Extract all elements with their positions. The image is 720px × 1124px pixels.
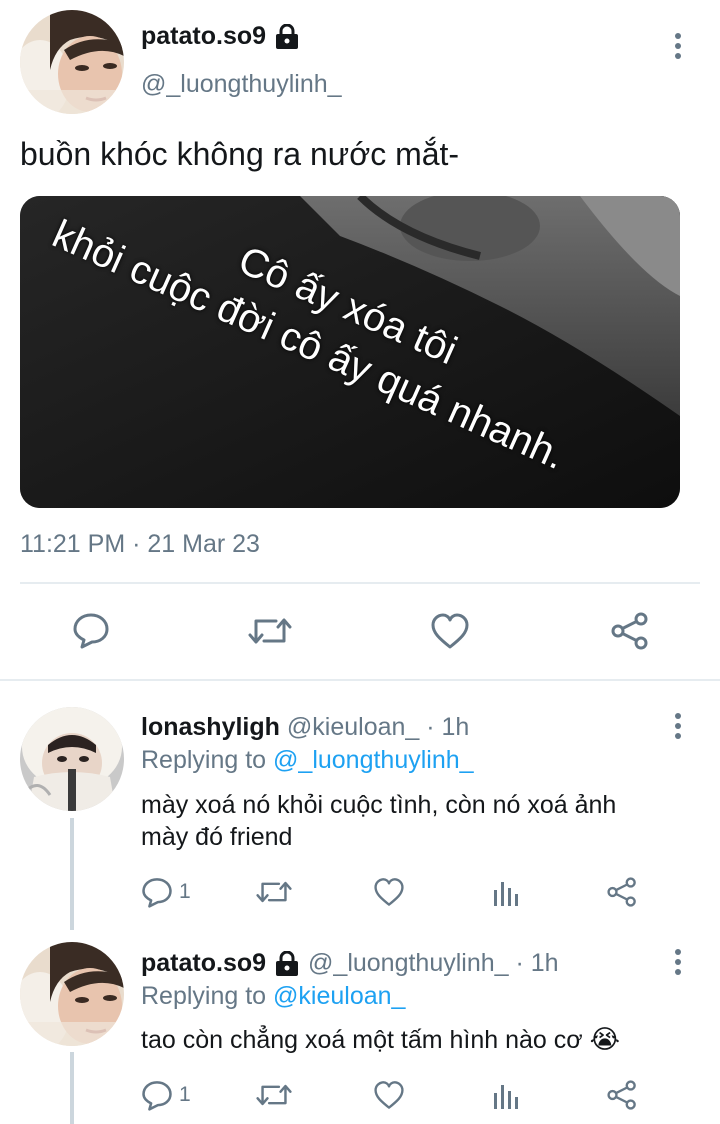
divider <box>20 582 700 584</box>
reply-button[interactable] <box>72 611 110 649</box>
divider <box>0 679 720 681</box>
share-icon <box>610 612 650 650</box>
more-vertical-icon[interactable] <box>673 949 683 979</box>
more-vertical-icon[interactable] <box>673 713 683 743</box>
like-button[interactable] <box>430 612 470 650</box>
tweet-image[interactable]: Cô ấy xóa tôi khỏi cuộc đời cô ấy quá nh… <box>20 196 680 508</box>
share-button[interactable] <box>606 877 638 907</box>
thread-line <box>70 818 74 930</box>
reply-avatar[interactable] <box>20 942 124 1046</box>
reply-author-name[interactable]: patato.so9 <box>141 949 266 978</box>
share-button[interactable] <box>606 1080 638 1110</box>
retweet-button[interactable] <box>248 613 292 649</box>
reply-icon <box>141 1079 173 1111</box>
lock-icon <box>274 950 300 977</box>
share-icon <box>606 877 638 907</box>
reply-count: 1 <box>179 880 191 903</box>
analytics-icon <box>492 1079 520 1111</box>
replying-to: Replying to @kieuloan_ <box>141 982 406 1010</box>
more-vertical-icon[interactable] <box>673 33 683 63</box>
reply-handle-time[interactable]: @_luongthuylinh_ · 1h <box>308 949 559 978</box>
retweet-button[interactable] <box>256 1080 292 1110</box>
retweet-icon <box>248 613 292 649</box>
analytics-icon <box>492 876 520 908</box>
author-avatar[interactable] <box>20 10 124 114</box>
like-button[interactable] <box>373 877 405 907</box>
retweet-button[interactable] <box>256 877 292 907</box>
lock-icon <box>274 23 300 50</box>
reply-count: 1 <box>179 1083 191 1106</box>
like-button[interactable] <box>373 1080 405 1110</box>
replying-to-link[interactable]: @_luongthuylinh_ <box>273 746 474 774</box>
reply-button[interactable]: 1 <box>141 876 191 908</box>
reply-avatar[interactable] <box>20 707 124 811</box>
reply-text: mày xoá nó khỏi cuộc tình, còn nó xoá ản… <box>141 791 617 851</box>
reply-header[interactable]: lonashyligh @kieuloan_ · 1h <box>141 713 469 742</box>
reply-handle-time[interactable]: @kieuloan_ · 1h <box>287 713 469 742</box>
share-icon <box>606 1080 638 1110</box>
heart-icon <box>373 877 405 907</box>
reply-header[interactable]: patato.so9 @_luongthuylinh_ · 1h <box>141 949 559 978</box>
author-handle[interactable]: @_luongthuylinh_ <box>141 70 342 99</box>
reply-text: tao còn chẳng xoá một tấm hình nào cơ 😭 <box>141 1024 621 1054</box>
tweet-timestamp[interactable]: 11:21 PM · 21 Mar 23 <box>20 530 260 559</box>
tweet-text: buồn khóc không ra nước mắt- <box>20 136 460 172</box>
reply-icon <box>72 611 110 649</box>
reply-icon <box>141 876 173 908</box>
share-button[interactable] <box>610 612 650 650</box>
retweet-icon <box>256 1080 292 1110</box>
thread-line <box>70 1052 74 1124</box>
retweet-icon <box>256 877 292 907</box>
heart-icon <box>430 612 470 650</box>
replying-to: Replying to @_luongthuylinh_ <box>141 746 474 774</box>
analytics-button[interactable] <box>492 1079 520 1111</box>
heart-icon <box>373 1080 405 1110</box>
analytics-button[interactable] <box>492 876 520 908</box>
author-name[interactable]: patato.so9 <box>141 22 300 51</box>
reply-button[interactable]: 1 <box>141 1079 191 1111</box>
replying-to-link[interactable]: @kieuloan_ <box>273 982 405 1010</box>
reply-author-name[interactable]: lonashyligh <box>141 713 280 742</box>
loudly-crying-face-emoji: 😭 <box>589 1024 621 1054</box>
